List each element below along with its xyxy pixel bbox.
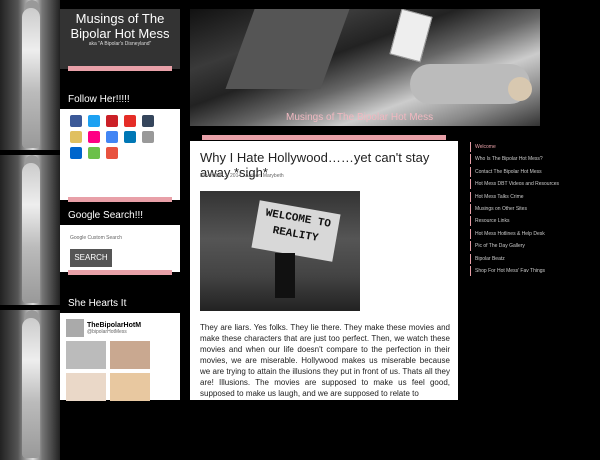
- post: Why I Hate Hollywood……yet can't stay awa…: [190, 141, 458, 400]
- nav-item[interactable]: Shop For Hot Mess' Fav Things: [470, 265, 600, 277]
- accent-bar: [68, 66, 172, 71]
- follow-widget: Follow Her!!!!!: [60, 90, 180, 200]
- nav-item[interactable]: Hot Mess Talks Crime: [470, 191, 600, 203]
- pin-thumbnail[interactable]: [66, 341, 106, 369]
- youtube-icon[interactable]: [124, 115, 136, 127]
- delicious-icon[interactable]: [70, 131, 82, 143]
- google-icon[interactable]: [106, 131, 118, 143]
- person-figure: [275, 253, 295, 298]
- social-icons: [60, 109, 180, 165]
- nav-item[interactable]: Resource Links: [470, 215, 600, 227]
- pin-thumbnail[interactable]: [110, 373, 150, 401]
- nav-item[interactable]: Pic of The Day Gallery: [470, 240, 600, 252]
- background-photo: [0, 155, 60, 305]
- search-button[interactable]: SEARCH: [70, 249, 112, 267]
- accent-bar: [68, 197, 172, 202]
- post-meta: November 3, 2014 · Author: Marybeth: [200, 173, 284, 179]
- nav-item[interactable]: Bipolar Beatz: [470, 253, 600, 265]
- header-image[interactable]: [190, 9, 540, 126]
- profile-handle[interactable]: @bipolarHotMess: [87, 329, 141, 335]
- stumbleupon-icon[interactable]: [88, 147, 100, 159]
- site-title-box[interactable]: Musings of The Bipolar Hot Mess aka "A B…: [60, 9, 180, 69]
- post-image[interactable]: WELCOME TO REALITY: [200, 191, 360, 311]
- delicious2-icon[interactable]: [70, 147, 82, 159]
- nav-item[interactable]: Musings on Other Sites: [470, 203, 600, 215]
- pin-thumbnail[interactable]: [66, 373, 106, 401]
- follow-title: Follow Her!!!!!: [60, 90, 180, 109]
- reddit-icon[interactable]: [142, 131, 154, 143]
- site-title[interactable]: Musings of The Bipolar Hot Mess: [60, 9, 180, 41]
- profile-name[interactable]: TheBipolarHotM: [87, 322, 141, 329]
- site-subtitle: aka "A Bipolar's Disneyland": [88, 41, 152, 47]
- legs-figure: [225, 9, 350, 89]
- accent-bar: [68, 270, 172, 275]
- nav-item[interactable]: Welcome: [470, 141, 600, 153]
- nav-item[interactable]: Hot Mess Hotlines & Help Desk: [470, 228, 600, 240]
- pin-thumbnail[interactable]: [110, 341, 150, 369]
- pinterest-icon[interactable]: [106, 115, 118, 127]
- search-input[interactable]: Google Custom Search: [60, 225, 180, 245]
- sign-text: WELCOME TO REALITY: [251, 200, 341, 262]
- flickr-icon[interactable]: [88, 131, 100, 143]
- search-title: Google Search!!!: [60, 206, 180, 225]
- post-body: They are liars. Yes folks. They lie ther…: [200, 323, 450, 398]
- nav-item[interactable]: Who Is The Bipolar Hot Mess?: [470, 153, 600, 165]
- email-icon[interactable]: [106, 147, 118, 159]
- tumblr-icon[interactable]: [142, 115, 154, 127]
- background-photo: [0, 0, 60, 150]
- facebook-icon[interactable]: [70, 115, 82, 127]
- nav-item[interactable]: Contact The Bipolar Hot Mess: [470, 166, 600, 178]
- header-caption: Musings of The Bipolar Hot Mess: [286, 112, 434, 123]
- avatar[interactable]: [66, 319, 84, 337]
- head-figure: [508, 77, 532, 101]
- search-widget: Google Search!!! Google Custom Search SE…: [60, 206, 180, 272]
- background-photo: [0, 310, 60, 460]
- linkedin-icon[interactable]: [124, 131, 136, 143]
- accent-bar: [202, 135, 446, 140]
- right-nav: Welcome Who Is The Bipolar Hot Mess? Conta…: [470, 141, 600, 277]
- hearts-title: She Hearts It: [60, 294, 180, 313]
- twitter-icon[interactable]: [88, 115, 100, 127]
- hearts-widget: She Hearts It TheBipolarHotM @bipolarHot…: [60, 294, 180, 401]
- book: [389, 9, 433, 63]
- nav-item[interactable]: Hot Mess DBT Videos and Resources: [470, 178, 600, 190]
